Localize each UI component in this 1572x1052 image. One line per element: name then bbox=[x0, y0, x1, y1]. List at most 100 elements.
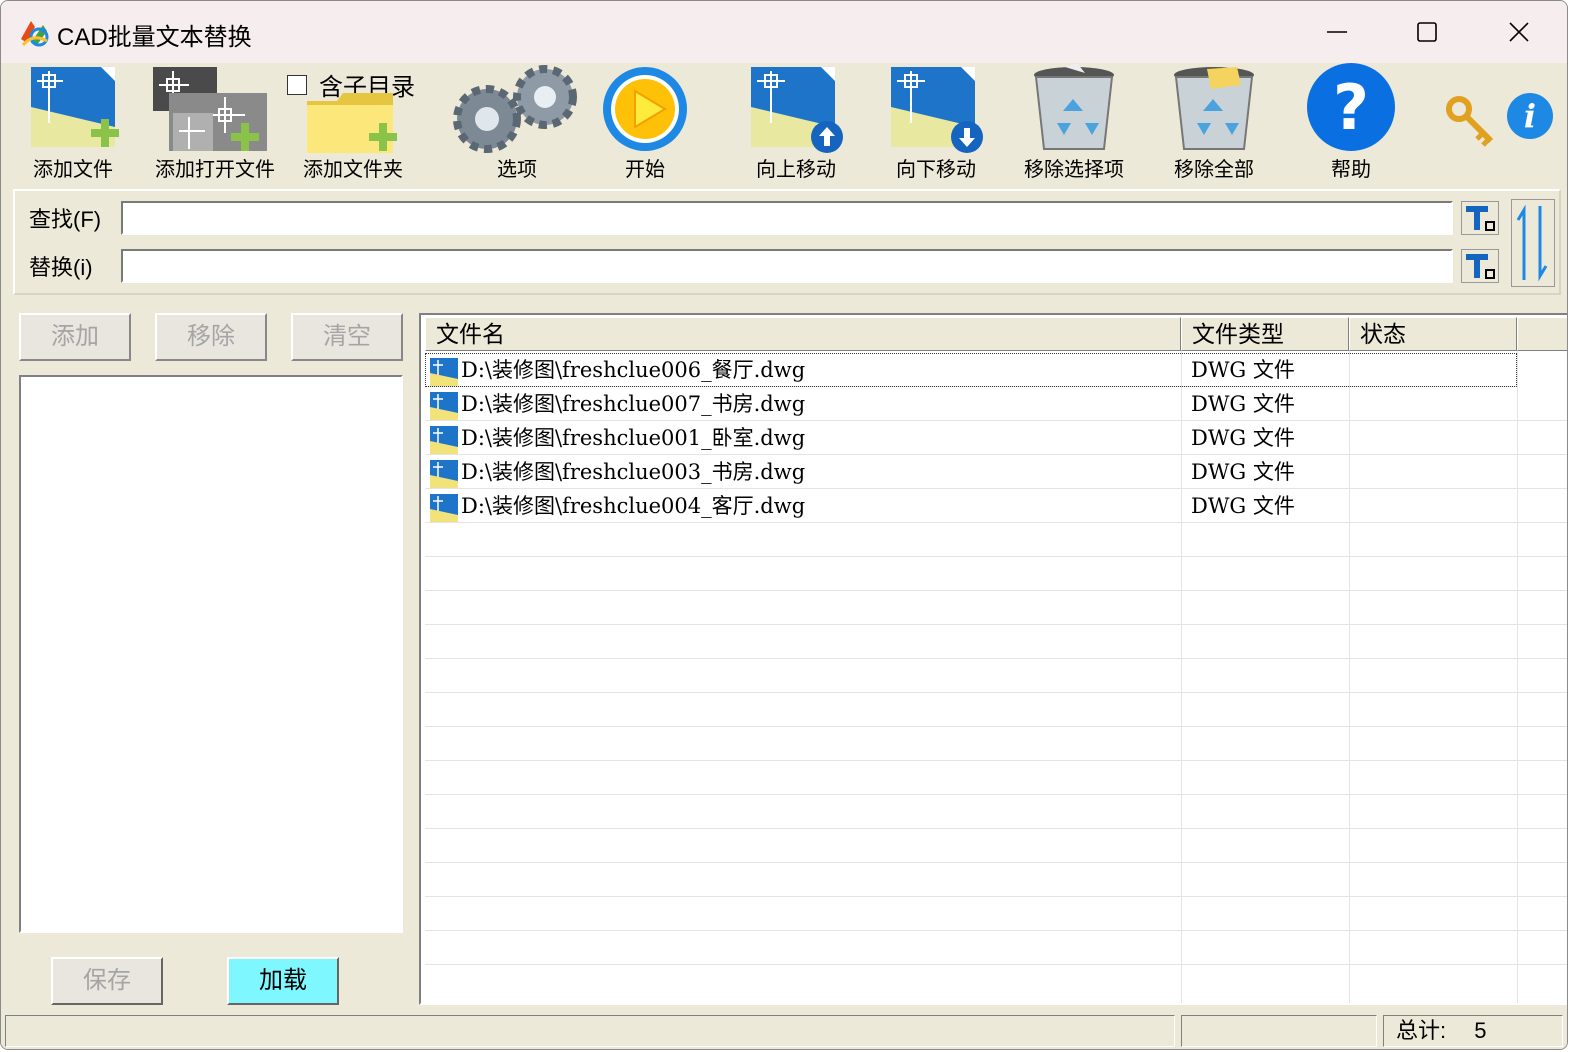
empty-grid-row bbox=[425, 523, 1567, 557]
replace-text-picker-button[interactable] bbox=[1461, 249, 1499, 283]
table-row[interactable]: D:\装修图\freshclue006_餐厅.dwg DWG 文件 bbox=[425, 353, 1517, 387]
swap-find-replace-button[interactable] bbox=[1511, 199, 1555, 287]
move-up-button[interactable]: 向上移动 bbox=[741, 63, 851, 183]
app-logo-icon bbox=[21, 21, 49, 47]
empty-grid-row bbox=[425, 727, 1567, 761]
total-count: 5 bbox=[1474, 1018, 1487, 1043]
add-folder-label: 添加文件夹 bbox=[303, 157, 403, 181]
recycle-bin-full-icon bbox=[1174, 67, 1254, 150]
close-button[interactable] bbox=[1489, 11, 1549, 53]
register-key-button[interactable] bbox=[1443, 93, 1499, 149]
remove-all-button[interactable]: 移除全部 bbox=[1161, 63, 1267, 183]
left-remove-button[interactable]: 移除 bbox=[155, 313, 267, 361]
minimize-button[interactable] bbox=[1307, 11, 1367, 53]
options-button[interactable]: 选项 bbox=[447, 63, 587, 183]
status-pane-total: 总计: 5 bbox=[1383, 1015, 1563, 1047]
play-icon bbox=[603, 67, 687, 151]
remove-all-label: 移除全部 bbox=[1174, 157, 1254, 181]
help-button[interactable]: ? 帮助 bbox=[1301, 63, 1401, 183]
column-header-filename[interactable]: 文件名 bbox=[425, 317, 1181, 351]
title-bar: CAD批量文本替换 bbox=[1, 1, 1567, 63]
close-icon bbox=[1509, 22, 1529, 42]
empty-grid-row bbox=[425, 897, 1567, 931]
table-row[interactable]: D:\装修图\freshclue007_书房.dwg DWG 文件 bbox=[425, 387, 1567, 421]
filename-text: D:\装修图\freshclue004_客厅.dwg bbox=[461, 494, 806, 518]
save-button[interactable]: 保存 bbox=[51, 957, 163, 1005]
filename-text: D:\装修图\freshclue001_卧室.dwg bbox=[461, 426, 806, 450]
move-down-label: 向下移动 bbox=[896, 157, 976, 181]
add-file-button[interactable]: 添加文件 bbox=[23, 63, 123, 183]
filename-cell: D:\装修图\freshclue006_餐厅.dwg bbox=[425, 353, 1181, 387]
empty-grid-row bbox=[425, 931, 1567, 965]
status-cell bbox=[1349, 387, 1517, 421]
filetype-cell: DWG 文件 bbox=[1191, 392, 1295, 416]
replace-row: 替换(i) bbox=[29, 249, 121, 283]
add-folder-button[interactable]: 添加文件夹 bbox=[295, 63, 411, 183]
status-cell bbox=[1349, 489, 1517, 523]
key-icon bbox=[1446, 96, 1494, 147]
status-pane-main bbox=[5, 1015, 1175, 1047]
empty-grid-rows bbox=[425, 523, 1567, 965]
dwg-file-icon bbox=[430, 425, 458, 454]
maximize-button[interactable] bbox=[1397, 11, 1457, 53]
text-pick-icon bbox=[1466, 254, 1495, 279]
empty-grid-row bbox=[425, 557, 1567, 591]
filetype-cell: DWG 文件 bbox=[1191, 494, 1295, 518]
info-icon: i bbox=[1507, 93, 1553, 139]
status-cell bbox=[1349, 421, 1517, 455]
start-label: 开始 bbox=[625, 157, 665, 181]
table-row[interactable]: D:\装修图\freshclue004_客厅.dwg DWG 文件 bbox=[425, 489, 1567, 523]
add-file-icon bbox=[31, 67, 119, 147]
filename-cell: D:\装修图\freshclue003_书房.dwg bbox=[425, 455, 1181, 489]
options-label: 选项 bbox=[497, 157, 537, 181]
empty-grid-row bbox=[425, 761, 1567, 795]
column-header-filler bbox=[1517, 317, 1567, 351]
about-info-button[interactable]: i bbox=[1505, 91, 1555, 141]
find-input[interactable] bbox=[121, 201, 1453, 235]
remove-selected-label: 移除选择项 bbox=[1024, 157, 1124, 181]
filetype-cell: DWG 文件 bbox=[1191, 460, 1295, 484]
filename-text: D:\装修图\freshclue007_书房.dwg bbox=[461, 392, 806, 416]
filename-text: D:\装修图\freshclue003_书房.dwg bbox=[461, 460, 806, 484]
load-button[interactable]: 加载 bbox=[227, 957, 339, 1005]
move-up-label: 向上移动 bbox=[756, 157, 836, 181]
move-down-button[interactable]: 向下移动 bbox=[881, 63, 991, 183]
left-add-button[interactable]: 添加 bbox=[19, 313, 131, 361]
filetype-cell: DWG 文件 bbox=[1191, 358, 1295, 382]
table-row[interactable]: D:\装修图\freshclue001_卧室.dwg DWG 文件 bbox=[425, 421, 1567, 455]
left-clear-button[interactable]: 清空 bbox=[291, 313, 403, 361]
file-list-rows: D:\装修图\freshclue006_餐厅.dwg DWG 文件 D:\装修图… bbox=[425, 353, 1567, 965]
empty-grid-row bbox=[425, 829, 1567, 863]
column-header-filetype[interactable]: 文件类型 bbox=[1181, 317, 1349, 351]
table-row[interactable]: D:\装修图\freshclue003_书房.dwg DWG 文件 bbox=[425, 455, 1567, 489]
recycle-bin-icon bbox=[1034, 63, 1114, 150]
move-down-icon bbox=[891, 67, 983, 153]
filename-text: D:\装修图\freshclue006_餐厅.dwg bbox=[461, 358, 806, 382]
minimize-icon bbox=[1327, 31, 1347, 33]
start-button[interactable]: 开始 bbox=[597, 63, 693, 183]
find-text-picker-button[interactable] bbox=[1461, 201, 1499, 235]
add-file-label: 添加文件 bbox=[33, 157, 113, 181]
swap-arrows-icon bbox=[1516, 204, 1548, 282]
status-cell bbox=[1349, 353, 1517, 387]
replace-input[interactable] bbox=[121, 249, 1453, 283]
find-replace-panel: 查找(F) 替换(i) bbox=[13, 189, 1561, 295]
empty-grid-row bbox=[425, 591, 1567, 625]
toolbar: 添加文件 添加打开文件 含子目录 添加文件夹 选项 开始 向上移动 向下移动 移… bbox=[1, 63, 1567, 187]
replacement-rules-list[interactable] bbox=[19, 375, 403, 933]
add-open-file-button[interactable]: 添加打开文件 bbox=[145, 63, 285, 183]
help-label: 帮助 bbox=[1331, 157, 1371, 181]
remove-selected-button[interactable]: 移除选择项 bbox=[1013, 63, 1135, 183]
gears-icon bbox=[453, 65, 577, 153]
empty-grid-row bbox=[425, 625, 1567, 659]
dwg-file-icon bbox=[430, 357, 458, 386]
file-list-view[interactable]: 文件名 文件类型 状态 D:\装修图\freshclue006_餐厅.dwg D… bbox=[419, 313, 1567, 1005]
filename-cell: D:\装修图\freshclue004_客厅.dwg bbox=[425, 489, 1181, 523]
status-bar: 总计: 5 bbox=[1, 1013, 1567, 1049]
dwg-file-icon bbox=[430, 493, 458, 522]
app-window: CAD批量文本替换 添加文件 添加打开文件 含子目录 添加文件夹 选项 开始 向… bbox=[0, 0, 1568, 1050]
column-header-status[interactable]: 状态 bbox=[1349, 317, 1517, 351]
svg-text:i: i bbox=[1524, 97, 1536, 135]
empty-grid-row bbox=[425, 659, 1567, 693]
text-pick-icon bbox=[1466, 206, 1495, 231]
